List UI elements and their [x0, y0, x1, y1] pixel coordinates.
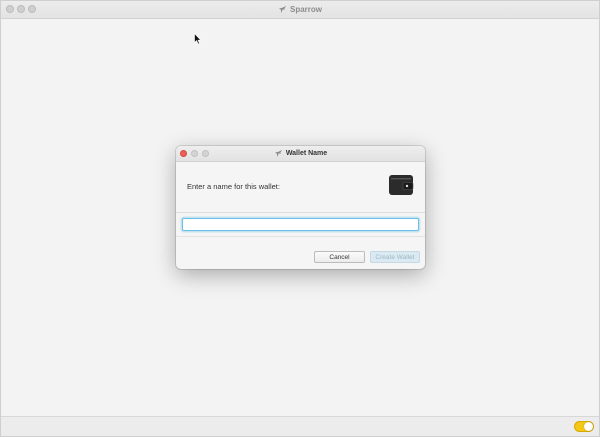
- dialog-title: Wallet Name: [176, 146, 425, 161]
- main-title-text: Sparrow: [289, 5, 322, 14]
- cancel-button[interactable]: Cancel: [314, 251, 365, 263]
- sparrow-main-window: Sparrow Wallet Name Enter a name for thi…: [0, 0, 600, 437]
- main-title: Sparrow: [1, 1, 599, 18]
- dialog-title-text: Wallet Name: [285, 150, 328, 157]
- sparrow-bird-icon: [278, 5, 287, 14]
- wallet-name-prompt: Enter a name for this wallet:: [187, 182, 280, 191]
- dialog-header: Enter a name for this wallet:: [176, 162, 425, 213]
- dialog-titlebar[interactable]: Wallet Name: [176, 146, 425, 162]
- wallet-name-dialog: Wallet Name Enter a name for this wallet…: [176, 146, 425, 269]
- mouse-cursor-icon: [194, 33, 202, 45]
- toggle-knob: [584, 422, 593, 431]
- theme-toggle[interactable]: [574, 421, 594, 432]
- main-titlebar[interactable]: Sparrow: [1, 1, 599, 19]
- create-wallet-button[interactable]: Create Wallet: [370, 251, 420, 263]
- wallet-icon: [389, 175, 414, 195]
- wallet-name-input[interactable]: [182, 218, 419, 231]
- status-bar: [1, 416, 599, 436]
- sparrow-bird-icon: [274, 149, 282, 158]
- dialog-button-row: Cancel Create Wallet: [176, 236, 425, 269]
